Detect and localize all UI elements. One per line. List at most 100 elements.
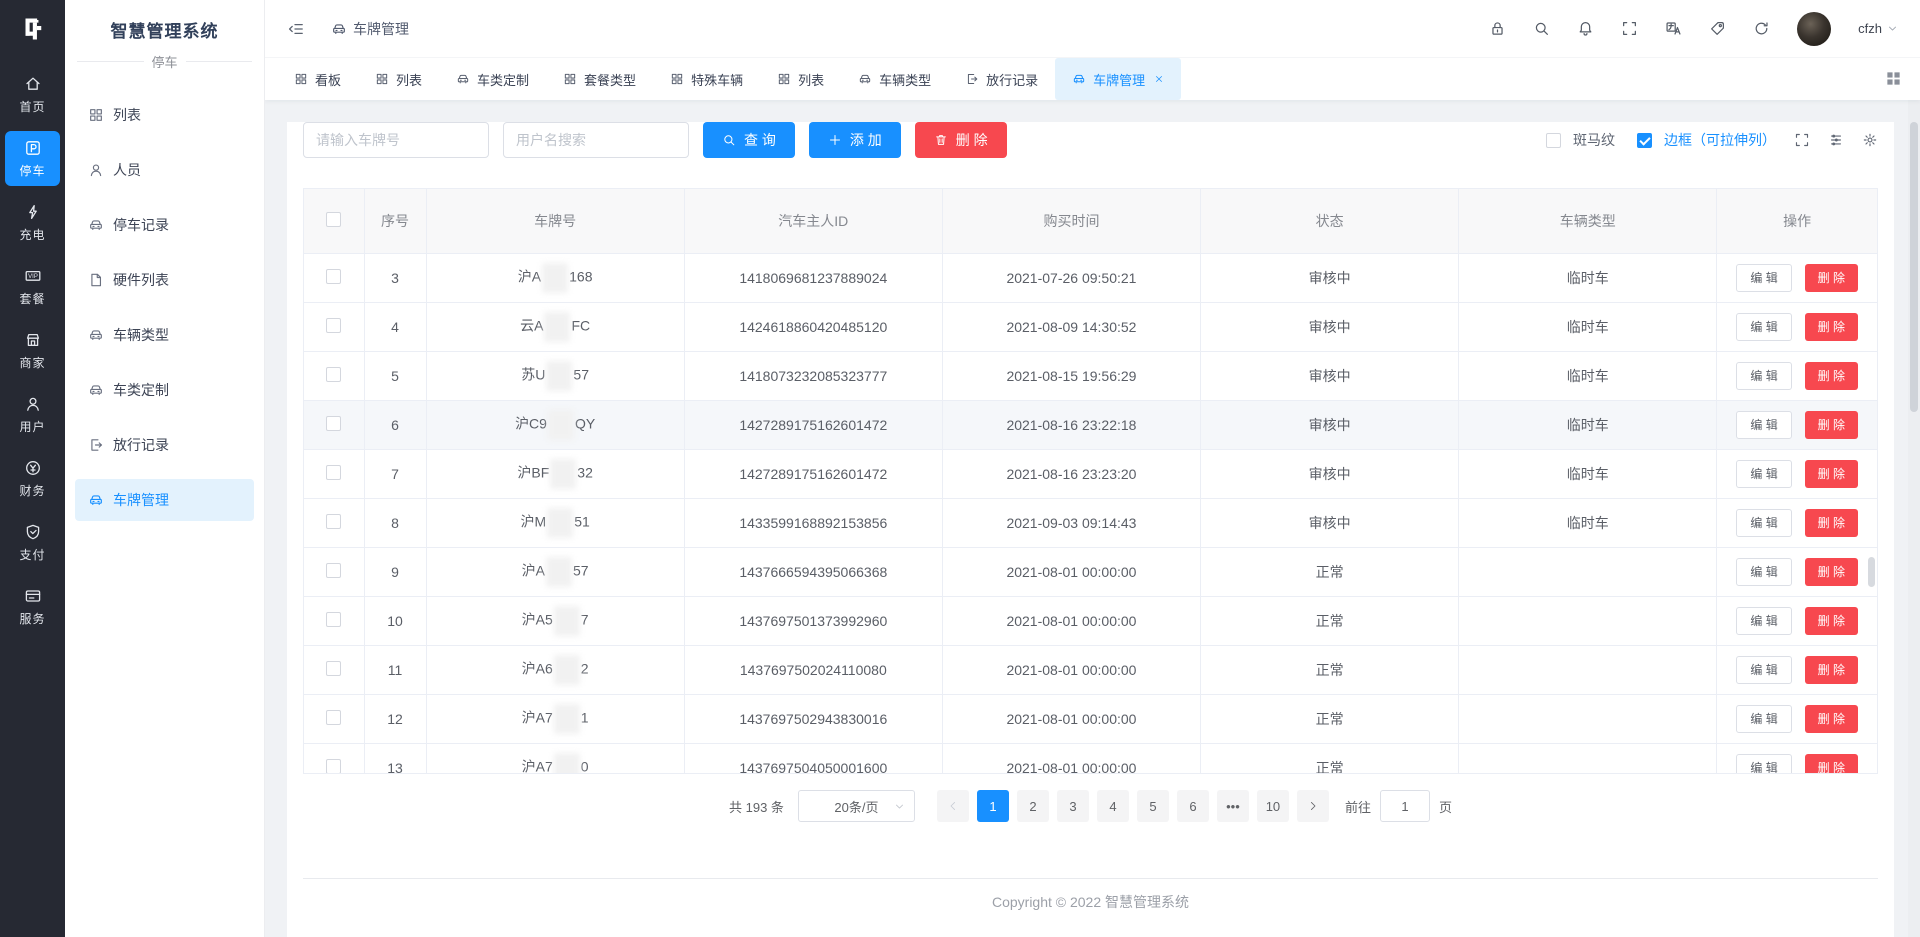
tab-options-icon[interactable]: [1885, 70, 1902, 87]
sidebar-menu-item[interactable]: 列表: [75, 94, 254, 136]
edit-button[interactable]: 编 辑: [1736, 754, 1791, 775]
row-delete-button[interactable]: 删 除: [1805, 264, 1858, 292]
tab[interactable]: 列表: [358, 58, 439, 100]
prev-page-button[interactable]: [937, 790, 969, 822]
next-page-button[interactable]: [1297, 790, 1329, 822]
gear-icon[interactable]: [1862, 132, 1878, 148]
table-row: 8 沪M51 1433599168892153856 2021-09-03 09…: [304, 498, 1877, 547]
rail-nav-item[interactable]: 财务: [5, 451, 60, 506]
row-delete-button[interactable]: 删 除: [1805, 705, 1858, 733]
app-logo[interactable]: [0, 0, 65, 58]
fullscreen-icon[interactable]: [1621, 20, 1638, 37]
row-checkbox[interactable]: [326, 367, 341, 382]
tab[interactable]: 放行记录: [948, 58, 1055, 100]
table-fullscreen-icon[interactable]: [1794, 132, 1810, 148]
page-scrollbar-thumb[interactable]: [1910, 122, 1918, 412]
tab[interactable]: 特殊车辆: [653, 58, 760, 100]
sidebar-menu-item[interactable]: 硬件列表: [75, 259, 254, 301]
rail-nav-item[interactable]: 停车: [5, 131, 60, 186]
rail-nav-item[interactable]: 支付: [5, 515, 60, 570]
sidebar-menu-item[interactable]: 车牌管理: [75, 479, 254, 521]
row-checkbox[interactable]: [326, 661, 341, 676]
select-all-checkbox[interactable]: [326, 212, 341, 227]
edit-button[interactable]: 编 辑: [1736, 705, 1791, 733]
search-button[interactable]: 查 询: [703, 122, 795, 158]
row-checkbox[interactable]: [326, 318, 341, 333]
rail-nav-item[interactable]: 首页: [5, 67, 60, 122]
edit-button[interactable]: 编 辑: [1736, 607, 1791, 635]
add-button[interactable]: 添 加: [809, 122, 901, 158]
page-button[interactable]: 1: [977, 790, 1009, 822]
row-checkbox[interactable]: [326, 514, 341, 529]
rail-nav-item[interactable]: 充电: [5, 195, 60, 250]
plate-search-input[interactable]: [303, 122, 489, 158]
edit-button[interactable]: 编 辑: [1736, 411, 1791, 439]
sidebar-menu-item[interactable]: 车辆类型: [75, 314, 254, 356]
rail-nav-item[interactable]: VIP 套餐: [5, 259, 60, 314]
search-icon[interactable]: [1533, 20, 1550, 37]
tab[interactable]: 车类定制: [439, 58, 546, 100]
page-button[interactable]: 4: [1097, 790, 1129, 822]
page-button[interactable]: 3: [1057, 790, 1089, 822]
tab[interactable]: 车牌管理: [1055, 58, 1181, 100]
tab[interactable]: 车辆类型: [841, 58, 948, 100]
translate-icon[interactable]: [1665, 20, 1682, 37]
lock-icon[interactable]: [1489, 20, 1506, 37]
edit-button[interactable]: 编 辑: [1736, 656, 1791, 684]
row-checkbox[interactable]: [326, 759, 341, 774]
page-button[interactable]: 10: [1257, 790, 1289, 822]
sidebar-menu-item[interactable]: 车类定制: [75, 369, 254, 411]
table-scrollbar-thumb[interactable]: [1868, 557, 1875, 587]
edit-button[interactable]: 编 辑: [1736, 558, 1791, 586]
row-delete-button[interactable]: 删 除: [1805, 607, 1858, 635]
row-delete-button[interactable]: 删 除: [1805, 411, 1858, 439]
row-delete-button[interactable]: 删 除: [1805, 656, 1858, 684]
row-delete-button[interactable]: 删 除: [1805, 460, 1858, 488]
row-delete-button[interactable]: 删 除: [1805, 313, 1858, 341]
close-tab-icon[interactable]: [1154, 74, 1164, 84]
username-search-input[interactable]: [503, 122, 689, 158]
page-button[interactable]: 5: [1137, 790, 1169, 822]
goto-page-input[interactable]: [1380, 790, 1430, 822]
tab[interactable]: 列表: [760, 58, 841, 100]
sidebar-menu-item[interactable]: 放行记录: [75, 424, 254, 466]
page-button[interactable]: 6: [1177, 790, 1209, 822]
tag-icon[interactable]: [1709, 20, 1726, 37]
user-avatar[interactable]: [1797, 12, 1831, 46]
delete-button[interactable]: 删 除: [915, 122, 1007, 158]
page-size-select[interactable]: 20条/页: [798, 790, 915, 822]
tab[interactable]: 看板: [277, 58, 358, 100]
edit-button[interactable]: 编 辑: [1736, 460, 1791, 488]
row-checkbox[interactable]: [326, 416, 341, 431]
row-delete-button[interactable]: 删 除: [1805, 558, 1858, 586]
sidebar-menu-item[interactable]: 停车记录: [75, 204, 254, 246]
collapse-sidebar-icon[interactable]: [287, 20, 305, 38]
user-menu[interactable]: cfzh: [1858, 21, 1898, 36]
sidebar-menu-item[interactable]: 人员: [75, 149, 254, 191]
rail-nav-item[interactable]: 商家: [5, 323, 60, 378]
row-select-cell: [304, 694, 364, 743]
edit-button[interactable]: 编 辑: [1736, 362, 1791, 390]
row-checkbox[interactable]: [326, 465, 341, 480]
refresh-icon[interactable]: [1753, 20, 1770, 37]
edit-button[interactable]: 编 辑: [1736, 313, 1791, 341]
rail-nav-item[interactable]: 服务: [5, 579, 60, 634]
edit-button[interactable]: 编 辑: [1736, 264, 1791, 292]
edit-button[interactable]: 编 辑: [1736, 509, 1791, 537]
row-checkbox[interactable]: [326, 612, 341, 627]
row-delete-button[interactable]: 删 除: [1805, 362, 1858, 390]
row-checkbox[interactable]: [326, 269, 341, 284]
bell-icon[interactable]: [1577, 20, 1594, 37]
row-checkbox[interactable]: [326, 563, 341, 578]
column-settings-icon[interactable]: [1828, 132, 1844, 148]
row-delete-button[interactable]: 删 除: [1805, 754, 1858, 775]
rail-nav-item[interactable]: 用户: [5, 387, 60, 442]
row-delete-button[interactable]: 删 除: [1805, 509, 1858, 537]
border-checkbox[interactable]: [1637, 133, 1652, 148]
tab[interactable]: 套餐类型: [546, 58, 653, 100]
row-checkbox[interactable]: [326, 710, 341, 725]
page-button[interactable]: •••: [1217, 790, 1249, 822]
page-scrollbar[interactable]: [1908, 100, 1920, 937]
page-button[interactable]: 2: [1017, 790, 1049, 822]
zebra-checkbox[interactable]: [1546, 133, 1561, 148]
